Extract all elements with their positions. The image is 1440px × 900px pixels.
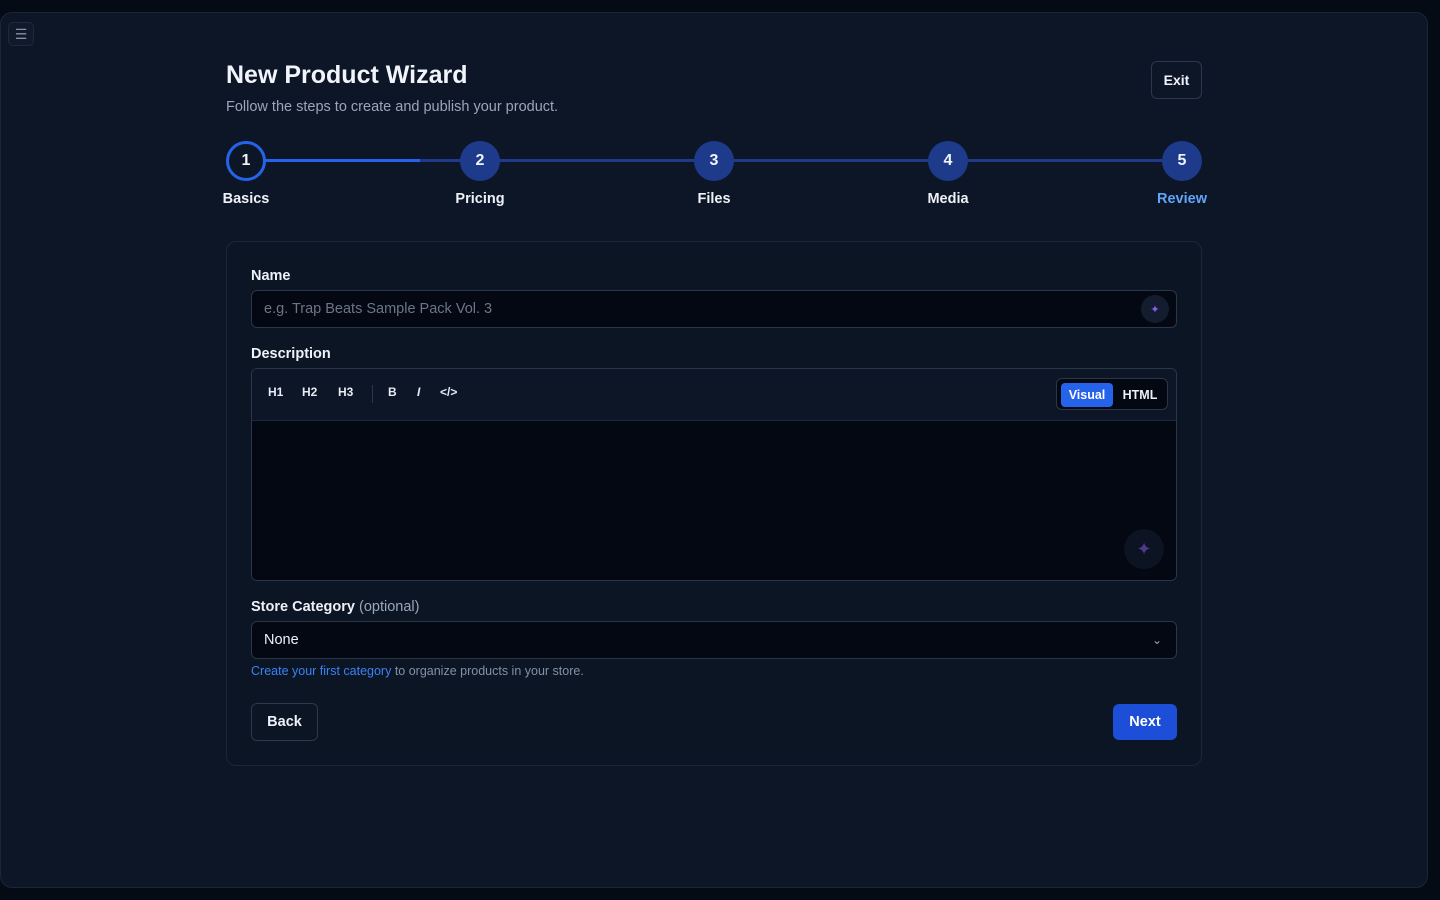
description-label: Description — [251, 346, 331, 362]
next-button[interactable]: Next — [1113, 704, 1177, 740]
step-files[interactable]: 3 Files — [674, 141, 754, 207]
step-label: Review — [1157, 191, 1207, 207]
sparkle-icon[interactable]: ✦ — [1141, 295, 1169, 323]
step-label: Pricing — [455, 191, 505, 207]
html-mode-button[interactable]: HTML — [1119, 383, 1161, 407]
step-basics[interactable]: 1 Basics — [206, 141, 286, 207]
step-pricing[interactable]: 2 Pricing — [440, 141, 520, 207]
sparkle-icon[interactable]: ✦ — [1124, 529, 1164, 569]
editor-mode-toggle: Visual HTML — [1056, 378, 1168, 410]
step-number: 3 — [694, 141, 734, 181]
category-label-text: Store Category — [251, 599, 355, 615]
step-label: Files — [697, 191, 731, 207]
category-label: Store Category (optional) — [251, 599, 419, 615]
step-number: 5 — [1162, 141, 1202, 181]
create-category-link[interactable]: Create your first category — [251, 664, 391, 678]
category-help-text: Create your first category to organize p… — [251, 664, 584, 678]
bold-button[interactable]: B — [388, 385, 397, 399]
toolbar-divider — [372, 385, 373, 403]
code-button[interactable]: </> — [440, 385, 457, 399]
page-title: New Product Wizard — [226, 61, 468, 89]
visual-mode-button[interactable]: Visual — [1061, 383, 1113, 407]
name-label: Name — [251, 268, 291, 284]
step-media[interactable]: 4 Media — [908, 141, 988, 207]
heading-2-button[interactable]: H2 — [302, 385, 317, 399]
stepper-track-line — [420, 159, 1162, 162]
description-textarea[interactable]: ✦ — [252, 421, 1176, 580]
step-number: 4 — [928, 141, 968, 181]
category-select[interactable]: None ⌄ — [251, 621, 1177, 659]
heading-1-button[interactable]: H1 — [268, 385, 283, 399]
exit-button[interactable]: Exit — [1151, 61, 1202, 99]
editor-toolbar: H1 H2 H3 B I </> Visual HTML — [252, 369, 1176, 421]
hamburger-icon[interactable]: ☰ — [8, 22, 34, 46]
italic-button[interactable]: I — [417, 385, 420, 399]
category-selected-value: None — [264, 632, 299, 648]
name-input[interactable] — [251, 290, 1177, 328]
heading-3-button[interactable]: H3 — [338, 385, 353, 399]
help-text-suffix: to organize products in your store. — [391, 664, 584, 678]
stepper-progress-line — [264, 159, 420, 162]
chevron-down-icon: ⌄ — [1151, 633, 1162, 647]
back-button[interactable]: Back — [251, 703, 318, 741]
step-label: Media — [927, 191, 969, 207]
step-review[interactable]: 5 Review — [1142, 141, 1222, 207]
description-editor: H1 H2 H3 B I </> Visual HTML ✦ — [251, 368, 1177, 581]
step-label: Basics — [222, 191, 270, 207]
page-subtitle: Follow the steps to create and publish y… — [226, 99, 559, 115]
optional-hint: (optional) — [358, 599, 420, 615]
step-number: 1 — [226, 141, 266, 181]
step-number: 2 — [460, 141, 500, 181]
